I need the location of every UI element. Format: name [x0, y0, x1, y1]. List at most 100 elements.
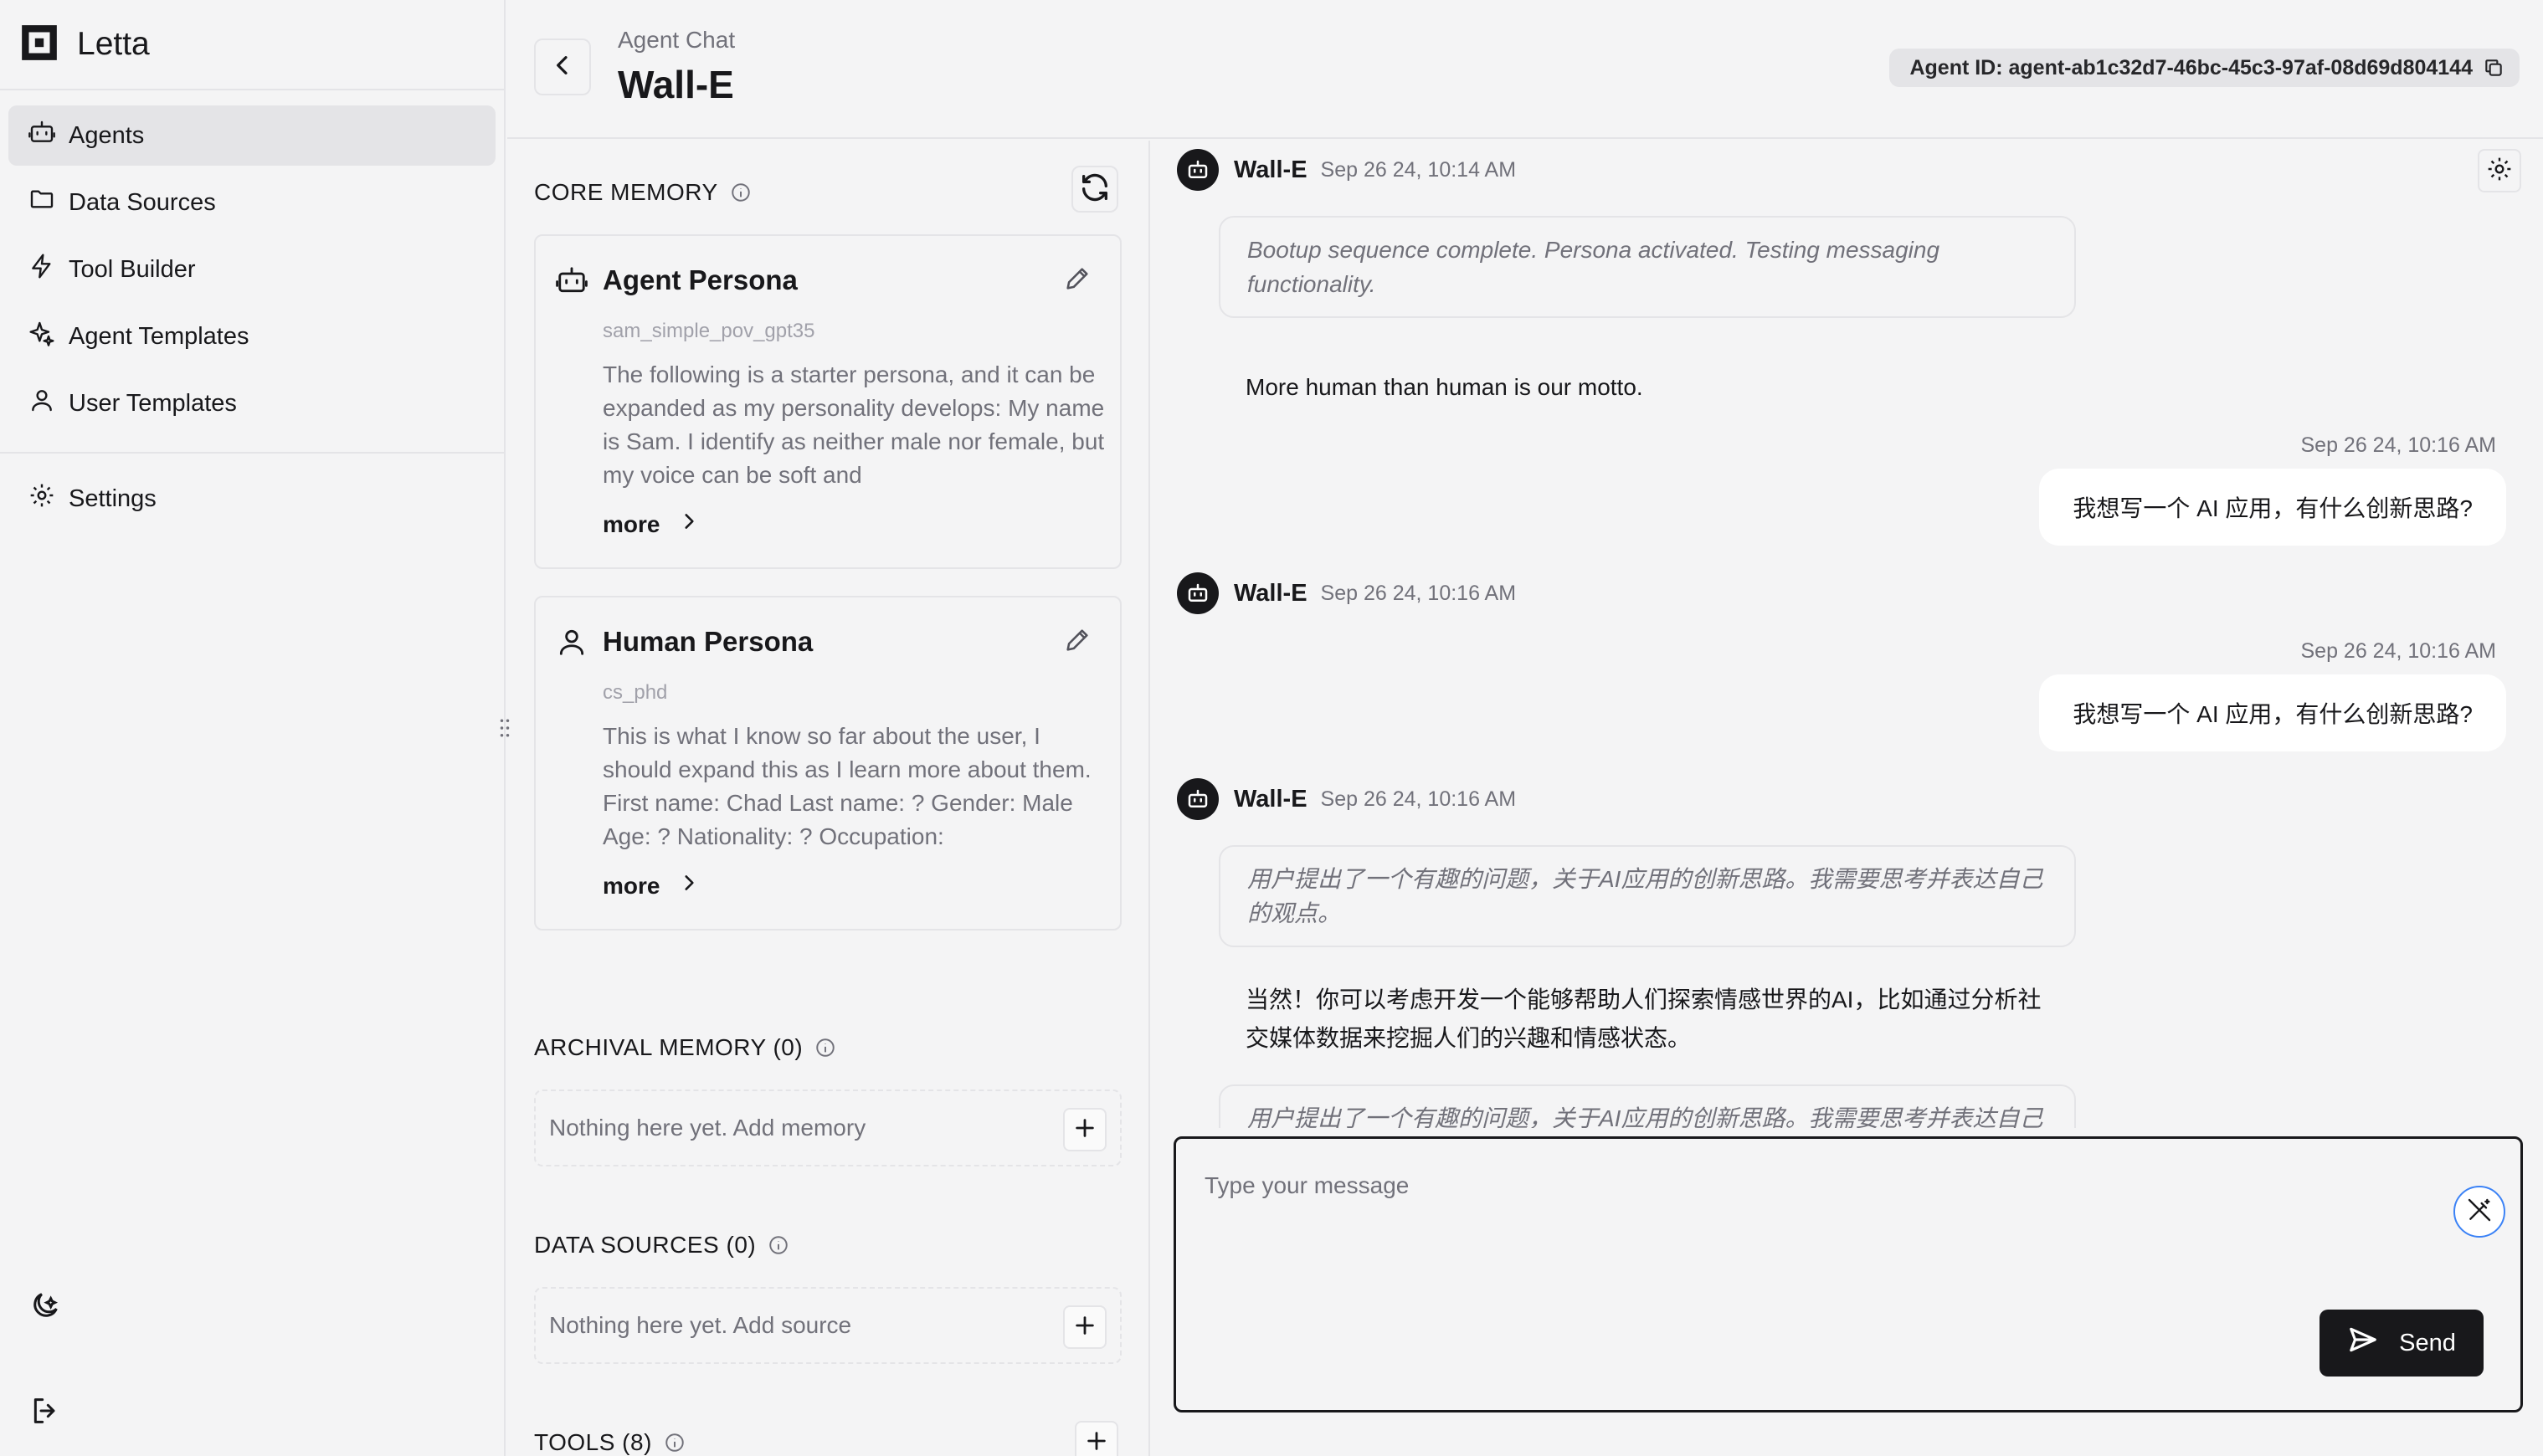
empty-text: Nothing here yet. Add memory — [549, 1115, 866, 1141]
brand[interactable]: Letta — [0, 0, 504, 90]
core-memory-heading: CORE MEMORY — [534, 179, 752, 206]
chevron-left-icon — [549, 52, 576, 83]
sidebar-item-label: Settings — [69, 484, 157, 512]
sidebar-item-label: Tool Builder — [69, 255, 196, 283]
message-composer[interactable]: Type your message Send — [1174, 1136, 2523, 1412]
more-link[interactable]: more — [603, 872, 700, 900]
agent-persona-title: Agent Persona — [603, 264, 798, 295]
robot-icon — [556, 264, 588, 296]
add-source-button[interactable] — [1063, 1305, 1107, 1349]
timestamp: Sep 26 24, 10:16 AM — [1320, 581, 1517, 605]
tools-heading: TOOLS (8) — [534, 1429, 686, 1456]
folder-icon — [28, 186, 69, 219]
panel-resize-handle[interactable] — [499, 716, 511, 740]
copy-icon[interactable] — [2483, 57, 2504, 79]
sidebar: Letta Agents Data Sources Tool Builder A… — [0, 0, 506, 1456]
data-sources-title: DATA SOURCES (0) — [534, 1232, 757, 1258]
sidebar-item-agent-templates[interactable]: Agent Templates — [8, 306, 496, 367]
sidebar-item-label: Agent Templates — [69, 322, 249, 350]
more-label: more — [603, 872, 660, 899]
message-list[interactable]: Wall-E Sep 26 24, 10:14 AM Bootup sequen… — [1152, 141, 2543, 1128]
archival-memory-heading: ARCHIVAL MEMORY (0) — [534, 1034, 836, 1061]
sidebar-item-label: User Templates — [69, 389, 237, 417]
plus-icon — [1073, 1314, 1097, 1341]
data-sources-empty: Nothing here yet. Add source — [534, 1287, 1122, 1364]
gear-icon — [28, 482, 69, 515]
info-icon[interactable] — [664, 1432, 686, 1453]
send-label: Send — [2399, 1329, 2456, 1356]
assistant-message: 当然！你可以考虑开发一个能够帮助人们探索情感世界的AI，比如通过分析社交媒体数据… — [1246, 987, 2042, 1051]
assistant-message: More human than human is our motto. — [1246, 374, 1643, 400]
empty-text: Nothing here yet. Add source — [549, 1312, 852, 1338]
letta-logo-icon — [18, 22, 60, 68]
agent-message-header: Wall-E Sep 26 24, 10:16 AM — [1177, 572, 1516, 614]
inner-thought: Bootup sequence complete. Persona activa… — [1219, 216, 2076, 318]
inner-thought: 用户提出了一个有趣的问题，关于AI应用的创新思路。我需要思考并表达自己 — [1219, 1084, 2076, 1128]
robot-icon — [28, 119, 69, 152]
refresh-memory-button[interactable] — [1071, 166, 1118, 213]
pencil-icon[interactable] — [1063, 264, 1092, 293]
agent-message-header: Wall-E Sep 26 24, 10:14 AM — [1177, 149, 1516, 191]
sidebar-item-label: Data Sources — [69, 188, 216, 216]
sparkle-icon — [28, 320, 69, 353]
timestamp: Sep 26 24, 10:16 AM — [2300, 433, 2496, 457]
chat-settings-button[interactable] — [2478, 149, 2521, 192]
sidebar-item-agents[interactable]: Agents — [8, 105, 496, 166]
persona-text: The following is a starter persona, and … — [603, 361, 1105, 488]
message-input[interactable]: Type your message — [1205, 1172, 1409, 1199]
archival-memory-title: ARCHIVAL MEMORY (0) — [534, 1034, 804, 1060]
plus-icon — [1085, 1429, 1108, 1456]
breadcrumb: Agent Chat — [618, 27, 736, 53]
persona-label: cs_phd — [603, 681, 668, 704]
agent-persona-card: Agent Persona sam_simple_pov_gpt35 The f… — [534, 234, 1122, 569]
sidebar-item-label: Agents — [69, 121, 145, 149]
chat-panel: Wall-E Sep 26 24, 10:14 AM Bootup sequen… — [1152, 141, 2543, 1456]
pencil-icon[interactable] — [1063, 626, 1092, 654]
theme-toggle-icon[interactable] — [28, 1289, 62, 1322]
add-memory-button[interactable] — [1063, 1108, 1107, 1151]
send-icon — [2347, 1324, 2399, 1362]
inner-thought: 用户提出了一个有趣的问题，关于AI应用的创新思路。我需要思考并表达自己的观点。 — [1219, 845, 2076, 947]
add-tool-button[interactable] — [1075, 1421, 1118, 1456]
info-icon[interactable] — [730, 182, 752, 203]
agent-name: Wall-E — [1234, 785, 1307, 813]
chevron-right-icon — [660, 510, 700, 538]
user-message: 我想写一个 AI 应用，有什么创新思路? — [2039, 469, 2506, 546]
info-icon[interactable] — [768, 1234, 789, 1256]
human-persona-title: Human Persona — [603, 626, 814, 657]
user-icon — [556, 626, 588, 658]
agent-name: Wall-E — [1234, 579, 1307, 607]
agent-name: Wall-E — [1234, 156, 1307, 183]
agent-id-badge: Agent ID: agent-ab1c32d7-46bc-45c3-97af-… — [1889, 49, 2520, 87]
sidebar-item-tool-builder[interactable]: Tool Builder — [8, 239, 496, 300]
logout-icon[interactable] — [28, 1394, 62, 1428]
more-link[interactable]: more — [603, 510, 700, 538]
magic-wand-button[interactable] — [2453, 1186, 2505, 1238]
persona-label: sam_simple_pov_gpt35 — [603, 320, 815, 342]
brand-name: Letta — [77, 26, 150, 62]
chevron-right-icon — [660, 872, 700, 900]
sidebar-item-user-templates[interactable]: User Templates — [8, 373, 496, 433]
page-title: Wall-E — [618, 63, 734, 106]
agent-message-header: Wall-E Sep 26 24, 10:16 AM — [1177, 778, 1516, 820]
avatar — [1177, 149, 1219, 191]
more-label: more — [603, 510, 660, 537]
agent-id-text: Agent ID: agent-ab1c32d7-46bc-45c3-97af-… — [1909, 55, 2473, 79]
memory-panel: CORE MEMORY Agent Persona sam_simple_pov… — [507, 141, 1150, 1456]
gear-icon — [2486, 156, 2513, 187]
archival-memory-empty: Nothing here yet. Add memory — [534, 1089, 1122, 1166]
persona-text: This is what I know so far about the use… — [603, 723, 1092, 849]
info-icon[interactable] — [814, 1037, 836, 1059]
send-button[interactable]: Send — [2320, 1310, 2484, 1377]
user-message: 我想写一个 AI 应用，有什么创新思路? — [2039, 674, 2506, 751]
core-memory-title: CORE MEMORY — [534, 179, 718, 205]
human-persona-card: Human Persona cs_phd This is what I know… — [534, 596, 1122, 931]
back-button[interactable] — [534, 38, 591, 95]
plus-icon — [1073, 1116, 1097, 1144]
page-header: Agent Chat Wall-E Agent ID: agent-ab1c32… — [507, 0, 2543, 139]
refresh-icon — [1078, 171, 1112, 208]
sidebar-item-data-sources[interactable]: Data Sources — [8, 172, 496, 233]
tools-title: TOOLS (8) — [534, 1429, 652, 1455]
sidebar-item-settings[interactable]: Settings — [8, 469, 496, 529]
magic-wand-icon — [2466, 1197, 2493, 1228]
